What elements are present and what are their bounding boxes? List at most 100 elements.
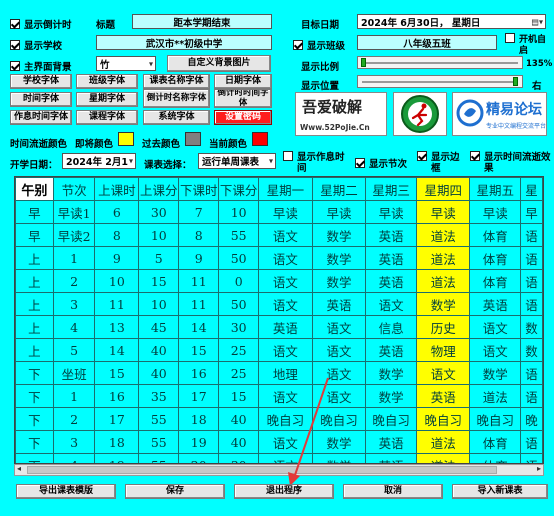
- table-cell[interactable]: 语文: [469, 338, 522, 362]
- table-cell[interactable]: 语: [520, 384, 543, 408]
- table-cell[interactable]: 早: [520, 200, 543, 224]
- course-font-button[interactable]: 课程字体: [76, 110, 138, 125]
- instant-color-swatch[interactable]: [118, 132, 134, 146]
- table-cell[interactable]: 35: [138, 384, 180, 408]
- save-button[interactable]: 保存: [125, 484, 225, 499]
- table-cell[interactable]: 数学: [415, 292, 471, 316]
- show-school-checkbox[interactable]: 显示学校: [10, 38, 62, 52]
- table-cell[interactable]: 数学: [469, 361, 522, 385]
- auto-start-checkbox[interactable]: 开机自启: [505, 33, 546, 57]
- table-cell[interactable]: 40: [138, 361, 180, 385]
- show-border-checkbox[interactable]: 显示边框: [417, 151, 460, 174]
- timetable-grid[interactable]: 午别 节次 上课时 上课分 下课时 下课分 星期一 星期二 星期三 星期四 星期五星 早早读1 6 30…: [14, 176, 544, 464]
- table-cell[interactable]: 体育: [469, 269, 522, 293]
- table-cell[interactable]: 40: [138, 338, 180, 362]
- table-cell[interactable]: 16: [94, 384, 140, 408]
- table-cell[interactable]: 6: [94, 200, 140, 224]
- class-font-button[interactable]: 班级字体: [76, 74, 138, 89]
- scroll-left-icon[interactable]: ◂: [17, 464, 21, 473]
- table-cell[interactable]: 体育: [469, 453, 522, 463]
- table-cell[interactable]: 道法: [415, 223, 471, 247]
- table-cell[interactable]: 17: [94, 407, 140, 431]
- show-class-checkbox[interactable]: 显示班级: [293, 38, 345, 52]
- table-cell[interactable]: 体育: [469, 246, 522, 270]
- date-font-button[interactable]: 日期字体: [214, 74, 272, 89]
- table-cell[interactable]: 14: [94, 338, 140, 362]
- exit-program-button[interactable]: 退出程序: [234, 484, 334, 499]
- table-cell[interactable]: 语: [520, 246, 543, 270]
- table-cell[interactable]: 10: [138, 292, 180, 316]
- table-cell[interactable]: 19: [94, 453, 140, 463]
- table-cell[interactable]: 数学: [365, 384, 417, 408]
- table-cell[interactable]: 早: [15, 223, 54, 247]
- table-cell[interactable]: 语: [520, 269, 543, 293]
- school-font-button[interactable]: 学校字体: [10, 74, 72, 89]
- table-cell[interactable]: 语: [520, 453, 543, 463]
- horizontal-scrollbar[interactable]: ◂ ▸: [14, 464, 544, 476]
- table-cell[interactable]: 上: [15, 269, 54, 293]
- table-cell[interactable]: 信息: [365, 315, 417, 339]
- table-cell[interactable]: 道法: [415, 269, 471, 293]
- table-cell[interactable]: 道法: [415, 453, 471, 463]
- table-cell[interactable]: 英语: [415, 384, 471, 408]
- table-cell[interactable]: 40: [218, 430, 260, 454]
- table-cell[interactable]: 英语: [365, 453, 417, 463]
- table-cell[interactable]: 上: [15, 338, 54, 362]
- table-cell[interactable]: 7: [178, 200, 220, 224]
- table-cell[interactable]: 9: [94, 246, 140, 270]
- table-cell[interactable]: 语文: [311, 338, 367, 362]
- target-date-picker[interactable]: 2024年 6月30日， 星期日 ▤▾: [357, 14, 546, 29]
- table-cell[interactable]: 体育: [469, 430, 522, 454]
- table-cell[interactable]: 晚自习: [365, 407, 417, 431]
- table-cell[interactable]: 语文: [415, 361, 471, 385]
- table-cell[interactable]: 英语: [365, 246, 417, 270]
- table-cell[interactable]: 语文: [311, 315, 367, 339]
- table-cell[interactable]: 早读: [365, 200, 417, 224]
- table-cell[interactable]: 11: [178, 269, 220, 293]
- table-cell[interactable]: 上: [15, 315, 54, 339]
- table-cell[interactable]: 4: [52, 315, 96, 339]
- show-rotation-checkbox[interactable]: 显示时间流逝效果: [470, 151, 551, 174]
- title-input[interactable]: 距本学期结束: [132, 14, 272, 29]
- table-cell[interactable]: 早读1: [52, 200, 96, 224]
- table-cell[interactable]: 下: [15, 384, 54, 408]
- table-cell[interactable]: 1: [52, 246, 96, 270]
- table-cell[interactable]: 15: [138, 269, 180, 293]
- table-cell[interactable]: 55: [138, 430, 180, 454]
- table-cell[interactable]: 英语: [365, 223, 417, 247]
- table-cell[interactable]: 11: [178, 292, 220, 316]
- table-cell[interactable]: 30: [218, 453, 260, 463]
- table-cell[interactable]: 早读: [415, 200, 471, 224]
- table-cell[interactable]: 14: [178, 315, 220, 339]
- table-cell[interactable]: 语: [520, 292, 543, 316]
- table-cell[interactable]: 18: [94, 430, 140, 454]
- table-cell[interactable]: 数: [520, 315, 543, 339]
- system-font-button[interactable]: 系统字体: [143, 110, 210, 125]
- table-cell[interactable]: 英语: [258, 315, 313, 339]
- bg-select[interactable]: 竹 ▾: [96, 56, 156, 71]
- table-cell[interactable]: 18: [178, 407, 220, 431]
- table-cell[interactable]: 语: [520, 430, 543, 454]
- show-countdown-checkbox[interactable]: 显示倒计时: [10, 17, 72, 31]
- table-cell[interactable]: 语文: [469, 315, 522, 339]
- export-template-button[interactable]: 导出课表模版: [16, 484, 116, 499]
- table-cell[interactable]: 10: [138, 223, 180, 247]
- table-cell[interactable]: 道法: [415, 430, 471, 454]
- table-cell[interactable]: 15: [178, 338, 220, 362]
- table-cell[interactable]: 30: [218, 315, 260, 339]
- table-cell[interactable]: 语文: [258, 269, 313, 293]
- schedule-font-button[interactable]: 作息时间字体: [10, 110, 72, 125]
- table-cell[interactable]: 道法: [415, 246, 471, 270]
- position-slider[interactable]: [357, 75, 523, 88]
- table-cell[interactable]: 50: [218, 292, 260, 316]
- table-cell[interactable]: 25: [218, 338, 260, 362]
- table-cell[interactable]: 语文: [258, 338, 313, 362]
- ratio-slider[interactable]: [357, 56, 523, 69]
- table-cell[interactable]: 45: [138, 315, 180, 339]
- table-cell[interactable]: 数学: [311, 246, 367, 270]
- table-cell[interactable]: 晚自习: [469, 407, 522, 431]
- current-color-swatch[interactable]: [252, 132, 268, 146]
- table-cell[interactable]: 数学: [311, 269, 367, 293]
- cancel-button[interactable]: 取消: [343, 484, 443, 499]
- table-cell[interactable]: 5: [52, 338, 96, 362]
